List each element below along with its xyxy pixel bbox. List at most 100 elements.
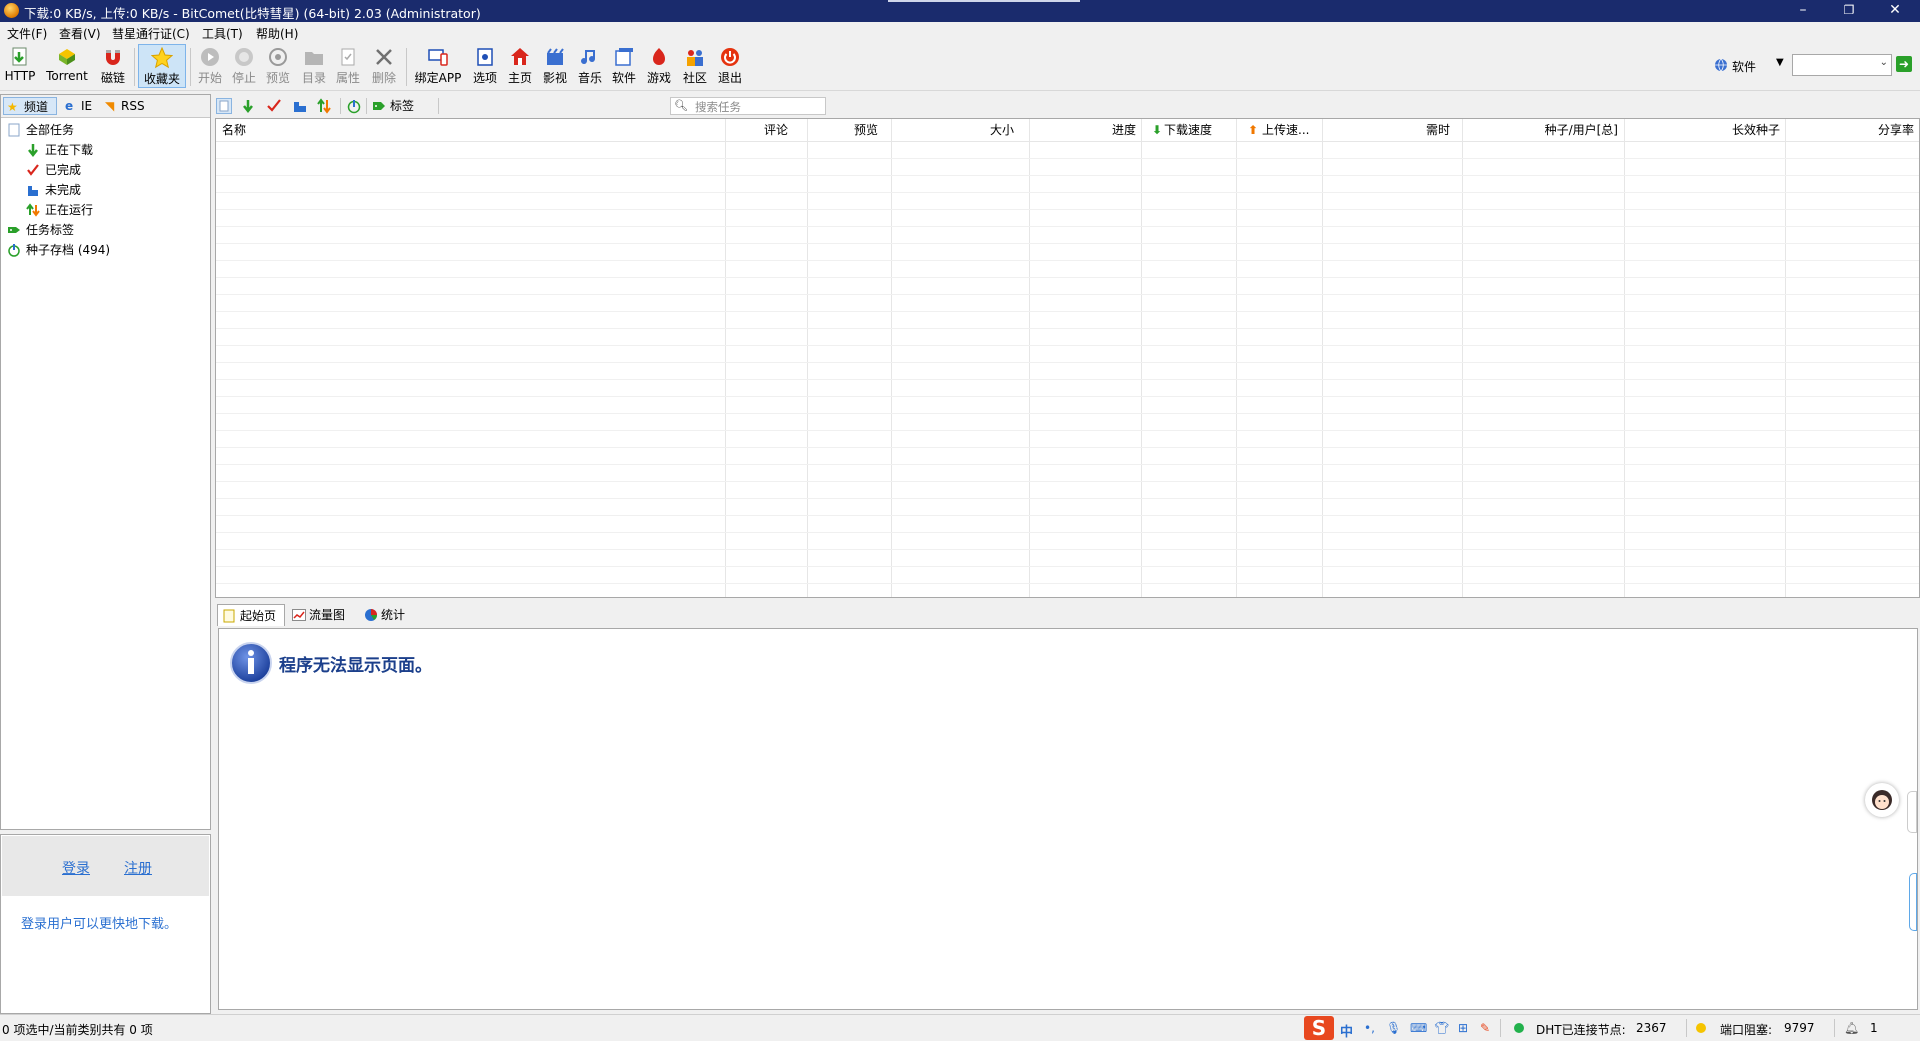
exit-button[interactable]: 退出 bbox=[714, 44, 746, 88]
row-gridline bbox=[216, 464, 1919, 465]
video-button[interactable]: 影视 bbox=[538, 44, 572, 88]
menu-help[interactable]: 帮助(H) bbox=[256, 25, 298, 42]
ime-punctuation-icon[interactable]: •, bbox=[1364, 1021, 1375, 1035]
toolbar-separator bbox=[190, 48, 191, 86]
combo-dropdown-icon[interactable]: ⌄ bbox=[1880, 57, 1888, 68]
port-blocked-label: 端口阻塞: bbox=[1720, 1023, 1773, 1037]
task-list-table[interactable]: 名称 评论 预览 大小 进度 ⬇ 下载速度 ⬆ 上传速... 需时 种子/用户[… bbox=[215, 118, 1920, 598]
side-handle-bottom[interactable] bbox=[1909, 873, 1917, 931]
login-link[interactable]: 登录 bbox=[62, 858, 90, 878]
row-gridline bbox=[216, 413, 1919, 414]
filter-all-button[interactable] bbox=[216, 98, 232, 114]
home-button[interactable]: 主页 bbox=[504, 44, 536, 88]
folder-icon bbox=[305, 52, 323, 65]
up-down-arrows-icon[interactable] bbox=[316, 98, 332, 114]
incomplete-icon[interactable] bbox=[292, 98, 308, 114]
window-title: 下载:0 KB/s, 上传:0 KB/s - BitComet(比特彗星) (6… bbox=[24, 6, 481, 21]
start-page-icon bbox=[223, 609, 235, 623]
row-gridline bbox=[216, 362, 1919, 363]
col-progress[interactable]: 进度 bbox=[1030, 119, 1142, 141]
ime-extra-icon[interactable]: ✎ bbox=[1480, 1021, 1490, 1035]
checkmark-icon[interactable] bbox=[266, 98, 282, 114]
stop-icon bbox=[235, 48, 253, 66]
col-name[interactable]: 名称 bbox=[222, 119, 622, 141]
search-category-label[interactable]: 软件 bbox=[1732, 58, 1756, 75]
row-gridline bbox=[216, 481, 1919, 482]
community-button[interactable]: 社区 bbox=[678, 44, 712, 88]
tab-traffic-chart[interactable]: 流量图 bbox=[287, 604, 357, 626]
row-gridline bbox=[216, 515, 1919, 516]
task-search-input[interactable]: 🔍︎ 搜索任务 bbox=[670, 97, 826, 115]
games-button[interactable]: 游戏 bbox=[642, 44, 676, 88]
skin-icon[interactable]: 👕︎ bbox=[1434, 1021, 1449, 1035]
chevron-down-icon[interactable]: ▼ bbox=[1776, 57, 1784, 68]
tab-statistics[interactable]: 统计 bbox=[359, 604, 415, 626]
menu-file[interactable]: 文件(F) bbox=[7, 25, 47, 42]
col-preview[interactable]: 预览 bbox=[808, 119, 886, 141]
preview-button[interactable]: 预览 bbox=[262, 44, 294, 88]
rss-icon: ◥ bbox=[105, 99, 115, 113]
down-arrow-icon: ⬇ bbox=[1152, 123, 1163, 137]
status-separator bbox=[1686, 1019, 1687, 1037]
bitcomet-app-icon[interactable] bbox=[4, 3, 19, 18]
options-button[interactable]: 选项 bbox=[468, 44, 502, 88]
col-seeds-peers[interactable]: 种子/用户[总] bbox=[1462, 119, 1622, 141]
col-comment[interactable]: 评论 bbox=[726, 119, 796, 141]
go-arrow-icon[interactable]: ➜ bbox=[1896, 56, 1912, 72]
preview-icon bbox=[269, 48, 287, 66]
status-bar: 0 项选中/当前类别共有 0 项 S 中 •, 🎙︎ ⌨ 👕︎ ⊞ ✎ DHT已… bbox=[0, 1014, 1920, 1041]
tab-channel[interactable]: ★ 频道 bbox=[3, 97, 57, 115]
incomplete-icon bbox=[28, 186, 38, 196]
http-download-icon bbox=[12, 47, 27, 66]
software-button[interactable]: 软件 bbox=[608, 44, 640, 88]
col-time-remaining[interactable]: 需时 bbox=[1322, 119, 1456, 141]
archive-icon[interactable] bbox=[346, 98, 362, 114]
register-link[interactable]: 注册 bbox=[124, 858, 152, 878]
properties-button[interactable]: 属性 bbox=[332, 44, 364, 88]
col-long-seed[interactable]: 长效种子 bbox=[1624, 119, 1784, 141]
down-arrow-icon[interactable] bbox=[240, 98, 256, 114]
bell-icon[interactable]: 🔔︎ bbox=[1844, 1021, 1859, 1035]
col-upload-speed[interactable]: ⬆ 上传速... bbox=[1226, 119, 1314, 141]
menu-tools[interactable]: 工具(T) bbox=[202, 25, 243, 42]
menu-view[interactable]: 查看(V) bbox=[59, 25, 101, 42]
tab-start-page[interactable]: 起始页 bbox=[217, 604, 285, 626]
microphone-icon[interactable]: 🎙︎ bbox=[1386, 1021, 1401, 1035]
menu-passport[interactable]: 彗星通行证(C) bbox=[112, 25, 190, 42]
col-download-speed[interactable]: ⬇ 下载速度 bbox=[1140, 119, 1218, 141]
minimize-button[interactable]: – bbox=[1780, 0, 1826, 22]
star-icon bbox=[151, 47, 173, 69]
directory-button[interactable]: 目录 bbox=[298, 44, 330, 88]
ime-mode-label[interactable]: 中 bbox=[1340, 1021, 1353, 1040]
col-share-ratio[interactable]: 分享率 bbox=[1786, 119, 1918, 141]
close-button[interactable]: ✕ bbox=[1872, 0, 1918, 22]
music-button[interactable]: 音乐 bbox=[574, 44, 606, 88]
search-combo[interactable]: ⌄ bbox=[1792, 54, 1892, 76]
dht-label: DHT已连接节点: bbox=[1536, 1023, 1626, 1037]
magnet-button[interactable]: 磁链 bbox=[96, 44, 130, 88]
games-icon bbox=[653, 48, 665, 65]
restore-button[interactable]: ❐ bbox=[1826, 0, 1872, 22]
col-size[interactable]: 大小 bbox=[892, 119, 1018, 141]
tab-rss[interactable]: ◥ RSS bbox=[101, 97, 151, 115]
side-handle-top[interactable] bbox=[1907, 791, 1917, 833]
toolbar-separator bbox=[340, 98, 341, 114]
sogou-ime-icon[interactable]: S bbox=[1304, 1016, 1334, 1040]
tags-button[interactable]: 标签 bbox=[372, 97, 414, 115]
stop-button[interactable]: 停止 bbox=[228, 44, 260, 88]
assistant-avatar[interactable] bbox=[1865, 783, 1899, 817]
magnet-icon bbox=[106, 50, 120, 65]
favorites-button[interactable]: 收藏夹 bbox=[138, 44, 186, 88]
row-gridline bbox=[216, 396, 1919, 397]
bind-app-button[interactable]: 绑定APP bbox=[412, 44, 464, 88]
keyboard-icon[interactable]: ⌨ bbox=[1410, 1021, 1427, 1035]
delete-button[interactable]: 删除 bbox=[368, 44, 400, 88]
torrent-button[interactable]: Torrent bbox=[42, 44, 92, 88]
start-button[interactable]: 开始 bbox=[194, 44, 226, 88]
tab-ie[interactable]: e IE bbox=[61, 97, 97, 115]
http-button[interactable]: HTTP bbox=[2, 44, 38, 88]
play-icon bbox=[201, 48, 219, 66]
line-chart-icon bbox=[292, 609, 306, 621]
devices-icon bbox=[428, 49, 448, 66]
toolbox-icon[interactable]: ⊞ bbox=[1458, 1021, 1468, 1035]
